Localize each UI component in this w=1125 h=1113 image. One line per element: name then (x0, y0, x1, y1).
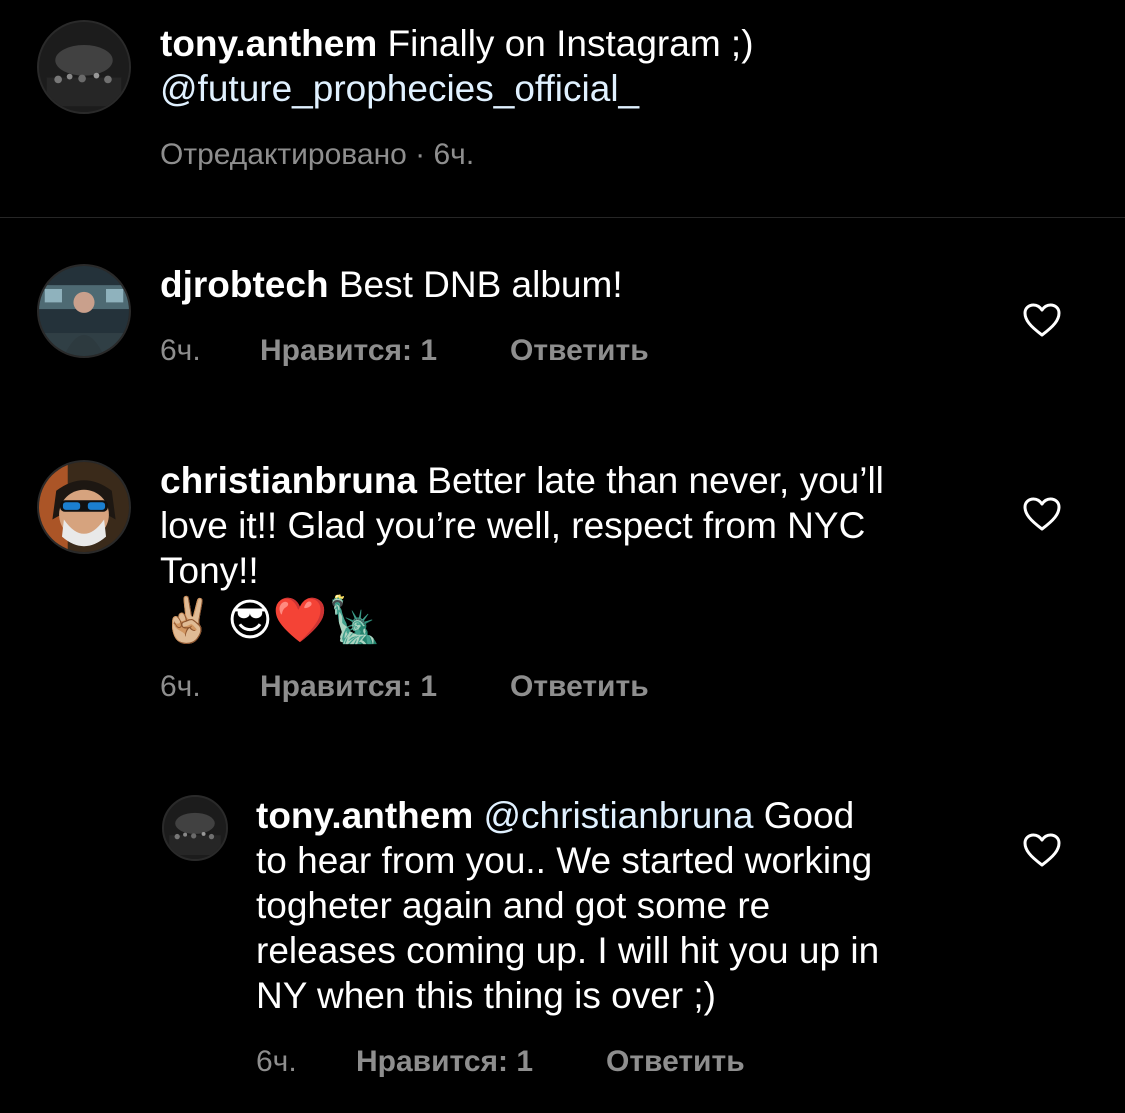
avatar-christianbruna[interactable] (37, 460, 131, 554)
caption-body: Finally on Instagram ;) (377, 23, 754, 64)
reply-body-line2: to hear from you.. We started working (256, 840, 873, 881)
reply-likes[interactable]: Нравится: 1 (356, 1044, 606, 1080)
comment-2-heart-icon[interactable] (1022, 496, 1062, 532)
comment-1-heart-icon[interactable] (1022, 302, 1062, 338)
comment-2-username[interactable]: christianbruna (160, 460, 417, 501)
reply-body-line1: Good (753, 795, 855, 836)
caption-divider (0, 217, 1125, 218)
comment-1-username[interactable]: djrobtech (160, 264, 329, 305)
avatar-tony-anthem[interactable] (37, 20, 131, 114)
reply-body-line3: togheter again and got some re (256, 885, 771, 926)
comment-2-body-line2: love it!! Glad you’re well, respect from… (160, 505, 866, 546)
comment-2-text: christianbruna Better late than never, y… (160, 458, 990, 649)
comment-1-likes[interactable]: Нравится: 1 (260, 333, 510, 369)
avatar-tony-anthem-reply[interactable] (162, 795, 228, 861)
reply-time: 6ч. (256, 1045, 297, 1078)
caption-mention[interactable]: @future_prophecies_official_ (160, 68, 639, 109)
comment-1-text: djrobtech Best DNB album! (160, 262, 980, 307)
reply-username[interactable]: tony.anthem (256, 795, 473, 836)
sunglasses-mask-portrait-image (39, 462, 129, 552)
comment-2-reply-button[interactable]: Ответить (510, 669, 649, 705)
comment-2-body-line1: Better late than never, you’ll (417, 460, 884, 501)
comment-1-time: 6ч. (160, 334, 201, 367)
comment-2-meta: 6ч. Нравится: 1 Ответить (160, 669, 649, 705)
comment-1-meta: 6ч. Нравится: 1 Ответить (160, 333, 649, 369)
reply-text: tony.anthem @christianbruna Good to hear… (256, 793, 986, 1018)
reply-body-line4: releases coming up. I will hit you up in (256, 930, 880, 971)
comment-1-reply-button[interactable]: Ответить (510, 333, 649, 369)
reply-heart-icon[interactable] (1022, 832, 1062, 868)
caption-text: tony.anthem Finally on Instagram ;) @fut… (160, 21, 1060, 111)
caption-username[interactable]: tony.anthem (160, 23, 377, 64)
reply-body-line5: NY when this thing is over ;) (256, 975, 716, 1016)
avatar-djrobtech[interactable] (37, 264, 131, 358)
comment-1-body: Best DNB album! (328, 264, 623, 305)
caption-meta: Отредактировано · 6ч. (160, 137, 474, 173)
comment-2-body-line3: Tony!! (160, 550, 259, 591)
comment-2-likes[interactable]: Нравится: 1 (260, 669, 510, 705)
caption-edited-time: Отредактировано · 6ч. (160, 138, 475, 171)
comment-2-time: 6ч. (160, 670, 201, 703)
reply-reply-button[interactable]: Ответить (606, 1044, 745, 1080)
comment-2-emojis: ✌🏼 😎❤️🗽 (160, 596, 383, 645)
concert-crowd-image (39, 22, 129, 112)
studio-photo-image (39, 266, 129, 356)
reply-mention[interactable]: @christianbruna (473, 795, 753, 836)
concert-crowd-image (164, 797, 226, 859)
reply-meta: 6ч. Нравится: 1 Ответить (256, 1044, 745, 1080)
